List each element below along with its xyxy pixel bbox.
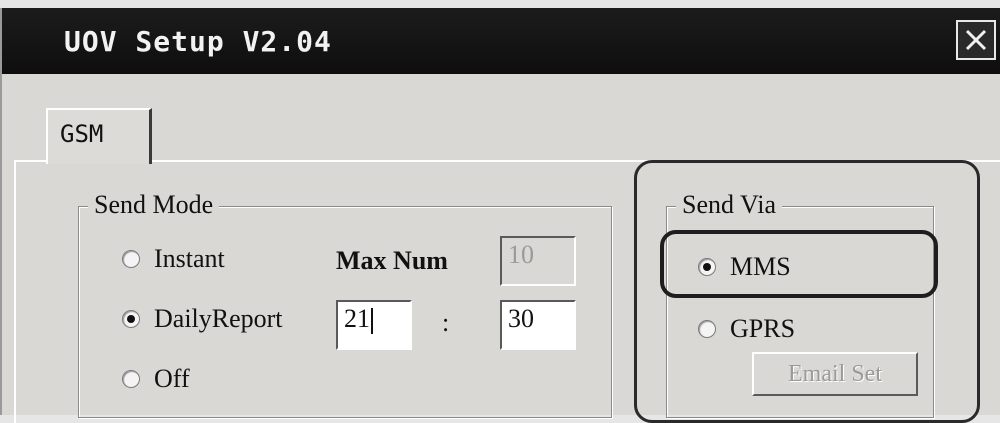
minute-input[interactable]: 30 [500,300,576,350]
time-separator: : [442,308,450,337]
radio-off[interactable]: Off [122,364,190,394]
radio-label: DailyReport [154,304,283,333]
radio-label: MMS [730,252,791,281]
radio-label: GPRS [730,314,796,343]
radio-mms[interactable]: MMS [698,252,791,282]
radio-label: Instant [154,244,225,273]
minute-value: 30 [508,304,534,333]
tab-gsm[interactable]: GSM [46,108,152,164]
radio-button[interactable] [698,320,716,338]
radio-button[interactable] [698,258,716,276]
text-caret [371,308,373,335]
radio-button[interactable] [122,250,140,268]
send-mode-title: Send Mode [88,190,220,220]
send-via-title: Send Via [676,190,783,220]
radio-instant[interactable]: Instant [122,244,225,274]
max-num-label: Max Num [336,246,448,275]
max-num-input: 10 [500,236,576,286]
close-icon [965,29,987,51]
window-title: UOV Setup V2.04 [64,25,332,58]
radio-button[interactable] [122,310,140,328]
hour-value: 21 [344,304,370,333]
max-num-value: 10 [508,240,534,269]
tab-label: GSM [60,120,104,148]
email-set-label: Email Set [788,360,882,387]
title-bar[interactable]: UOV Setup V2.04 [2,8,1000,74]
radio-button[interactable] [122,370,140,388]
email-set-button[interactable]: Email Set [752,352,918,396]
radio-label: Off [154,364,190,393]
close-button[interactable] [956,20,996,60]
setup-window: UOV Setup V2.04 GSM Send Mode Instant Ma… [0,8,1000,423]
radio-dailyreport[interactable]: DailyReport [122,304,283,334]
radio-gprs[interactable]: GPRS [698,314,795,344]
hour-input[interactable]: 21 [336,300,412,350]
